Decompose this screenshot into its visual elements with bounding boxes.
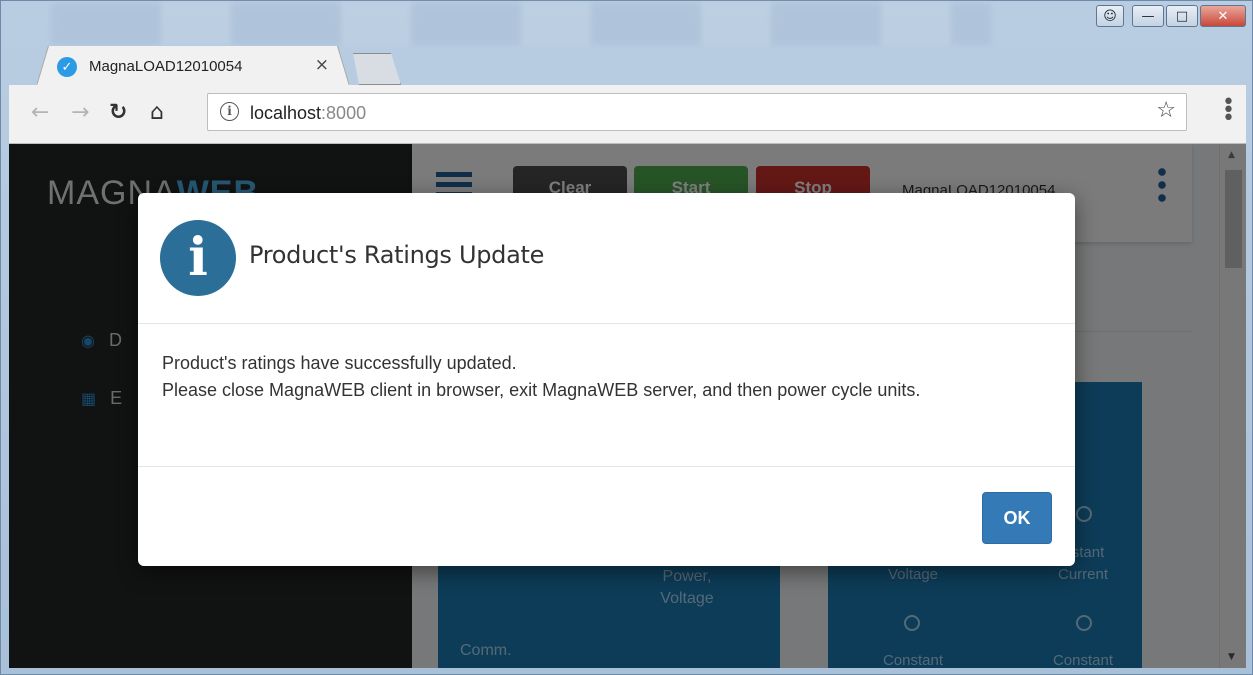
magna-favicon-icon: ✓ xyxy=(57,57,77,77)
close-window-icon[interactable]: ✕ xyxy=(1200,5,1246,27)
ratings-update-dialog: i Product's Ratings Update Product's rat… xyxy=(138,193,1075,566)
home-icon[interactable]: ⌂ xyxy=(150,102,164,124)
site-info-icon[interactable]: i xyxy=(220,102,239,121)
bookmark-star-icon[interactable]: ☆ xyxy=(1156,98,1176,123)
user-icon[interactable]: ☺ xyxy=(1096,5,1124,27)
dialog-body: Product's ratings have successfully upda… xyxy=(138,324,1075,467)
new-tab-button[interactable] xyxy=(353,53,401,85)
window-controls: ☺ — □ ✕ xyxy=(1096,5,1246,27)
url-host: localhost xyxy=(250,103,322,123)
dialog-header: i Product's Ratings Update xyxy=(138,193,1075,324)
background-titlebar xyxy=(51,3,991,45)
browser-toolbar: ← → ↻ ⌂ i localhost:8000 ☆ • • • xyxy=(9,85,1246,144)
forward-arrow-icon[interactable]: → xyxy=(71,102,89,124)
browser-menu-icon[interactable]: • • • xyxy=(1222,92,1235,130)
back-arrow-icon[interactable]: ← xyxy=(31,102,49,124)
dialog-title: Product's Ratings Update xyxy=(249,241,545,269)
tab-title: MagnaLOAD12010054 xyxy=(89,58,243,75)
page-viewport: MAGNAWEB ◉ D ▦ E Clear Start Stop MagnaL… xyxy=(9,144,1246,668)
browser-window: ☺ — □ ✕ ✓ MagnaLOAD12010054 × ← → ↻ ⌂ i … xyxy=(0,0,1253,675)
maximize-icon[interactable]: □ xyxy=(1166,5,1198,27)
info-icon: i xyxy=(160,220,236,296)
url-text[interactable]: localhost:8000 xyxy=(250,103,366,124)
url-port: :8000 xyxy=(321,103,367,123)
dialog-message-line-2: Please close MagnaWEB client in browser,… xyxy=(162,380,921,400)
reload-icon[interactable]: ↻ xyxy=(109,102,127,124)
ok-button[interactable]: OK xyxy=(982,492,1052,544)
dialog-message-line-1: Product's ratings have successfully upda… xyxy=(162,353,517,373)
tab-close-icon[interactable]: × xyxy=(315,55,329,75)
minimize-icon[interactable]: — xyxy=(1132,5,1164,27)
browser-tab[interactable]: ✓ MagnaLOAD12010054 × xyxy=(37,46,349,86)
address-bar[interactable]: i localhost:8000 ☆ xyxy=(207,93,1187,131)
